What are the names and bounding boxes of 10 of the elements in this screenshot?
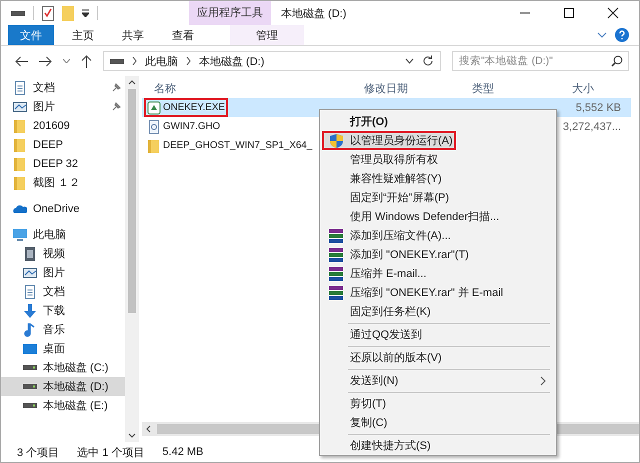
file-name: ONEKEY.EXE xyxy=(163,102,225,113)
file-name: GWIN7.GHO xyxy=(163,121,220,132)
file-size: 5,552 KB xyxy=(576,102,621,114)
contextual-tab-header: 应用程序工具 xyxy=(189,1,271,25)
item-count: 3 个项目 xyxy=(17,446,60,460)
selection-count: 选中 1 个项目 xyxy=(77,446,144,460)
file-name: DEEP_GHOST_WIN7_SP1_X64_ xyxy=(163,140,312,151)
selection-size: 5.42 MB xyxy=(162,446,204,458)
window-title: 本地磁盘 (D:) xyxy=(281,6,346,20)
file-size: 3,272,437... xyxy=(562,120,621,132)
